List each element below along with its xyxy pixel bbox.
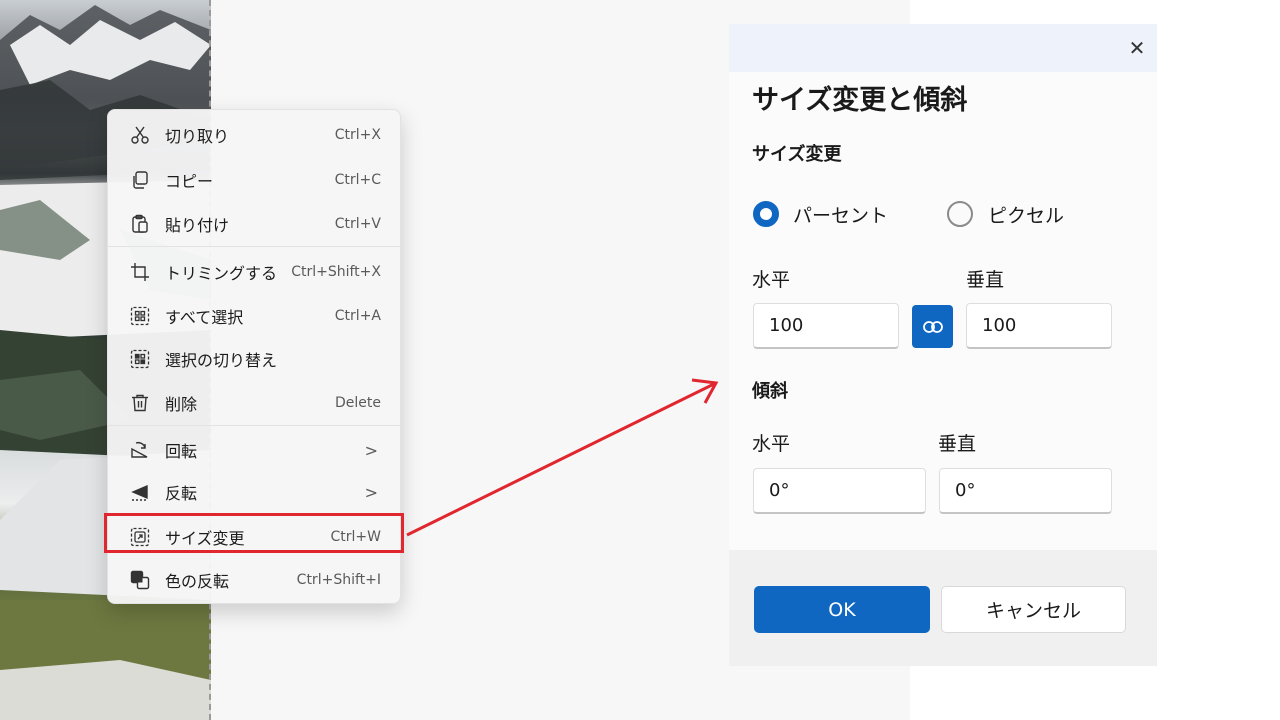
radio-pixel-label: ピクセル: [988, 205, 1065, 227]
resize-heading: サイズ変更: [752, 144, 842, 165]
close-button[interactable]: ✕: [1123, 34, 1151, 62]
resize-skew-dialog: ✕ サイズ変更と傾斜 サイズ変更 パーセント ピクセル 水平 垂直 100 10…: [729, 24, 1157, 666]
skew-heading: 傾斜: [752, 381, 788, 402]
radio-percent-label: パーセント: [793, 205, 889, 227]
skew-vertical-label: 垂直: [938, 433, 977, 455]
resize-vertical-label: 垂直: [966, 269, 1005, 291]
dialog-footer: OK キャンセル: [729, 550, 1157, 666]
skew-vertical-input[interactable]: 0°: [939, 468, 1112, 514]
resize-vertical-input[interactable]: 100: [966, 303, 1112, 349]
resize-horizontal-label: 水平: [752, 269, 791, 291]
resize-horizontal-input[interactable]: 100: [753, 303, 899, 349]
skew-horizontal-input[interactable]: 0°: [753, 468, 926, 514]
close-icon: ✕: [1128, 36, 1146, 60]
dialog-title: サイズ変更と傾斜: [752, 85, 968, 116]
ok-button[interactable]: OK: [754, 586, 930, 633]
dialog-titlebar: ✕: [729, 24, 1157, 72]
cancel-button[interactable]: キャンセル: [941, 586, 1126, 633]
radio-pixel[interactable]: [947, 201, 973, 227]
skew-horizontal-label: 水平: [752, 433, 791, 455]
link-icon: [922, 320, 943, 333]
aspect-ratio-lock-button[interactable]: [912, 305, 953, 348]
radio-percent[interactable]: [753, 201, 779, 227]
